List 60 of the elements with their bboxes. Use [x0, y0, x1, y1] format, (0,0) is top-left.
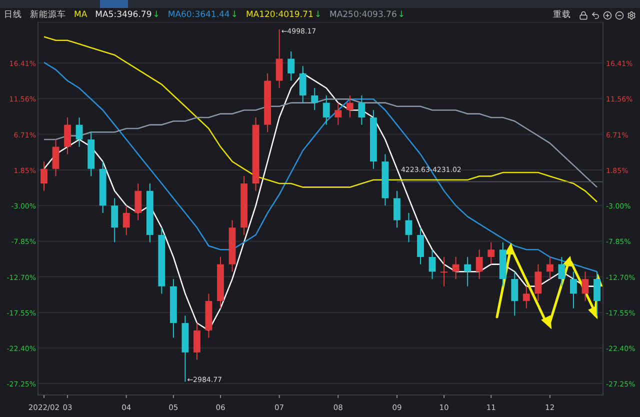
candlestick [346, 94, 354, 118]
indicator-value: MA120:4019.71↓ [246, 10, 322, 20]
indicator-value: MA5:3496.79↓ [95, 10, 160, 20]
candlestick [205, 293, 212, 338]
candlestick [228, 220, 236, 272]
candlestick [405, 212, 412, 243]
candlestick [476, 249, 483, 280]
candlestick [594, 271, 600, 316]
candlestick [582, 271, 589, 302]
candlestick [488, 242, 495, 265]
candlestick [546, 256, 554, 280]
candlestick [40, 161, 48, 192]
candlestick [76, 116, 83, 148]
candlestick [288, 50, 295, 82]
candlestick [182, 315, 189, 382]
candlestick [217, 256, 224, 309]
lock-icon[interactable] [579, 10, 588, 20]
indicator-value: MA250:4093.76↓ [329, 10, 405, 20]
settings-icon[interactable] [627, 10, 636, 20]
candlestick [99, 161, 106, 214]
indicator-value: MA60:3641.44↓ [168, 10, 238, 20]
candlestick [522, 286, 530, 309]
candlestick [558, 256, 566, 287]
candlestick [440, 256, 448, 287]
candlestick [240, 176, 248, 236]
candlestick [322, 94, 330, 126]
candlestick [511, 271, 518, 316]
candlestick [146, 183, 154, 243]
zoom-in-icon[interactable] [603, 10, 612, 20]
candlestick [194, 322, 200, 360]
zoom-out-icon[interactable] [615, 10, 624, 20]
period-label[interactable]: 日线 [4, 9, 22, 21]
reload-button[interactable]: 重载 [553, 9, 571, 21]
candlestick [370, 110, 377, 170]
indicator-name[interactable]: MA [74, 10, 88, 20]
candlestick [264, 72, 271, 133]
candlestick [417, 227, 424, 265]
candlestick [428, 249, 436, 280]
candlestick [134, 183, 142, 221]
candlestick [122, 205, 130, 236]
undo-icon[interactable] [591, 10, 600, 20]
candlestick [111, 198, 118, 243]
candlestick [452, 256, 460, 280]
candlestick [52, 138, 60, 177]
candlestick [382, 154, 389, 206]
candlestick [311, 88, 318, 111]
candlestick [88, 132, 95, 177]
candlestick [299, 66, 306, 104]
candlestick [534, 264, 542, 302]
candlestick [394, 190, 400, 228]
candlestick [499, 242, 506, 287]
candlestick [64, 116, 71, 155]
candlestick [170, 278, 177, 338]
candlestick [334, 102, 342, 126]
candlestick [464, 256, 472, 287]
candlestick [158, 227, 166, 294]
symbol-name: 新能源车 [30, 9, 66, 21]
candlestick [570, 271, 577, 309]
candlestick [276, 28, 283, 89]
candlestick [358, 94, 366, 126]
